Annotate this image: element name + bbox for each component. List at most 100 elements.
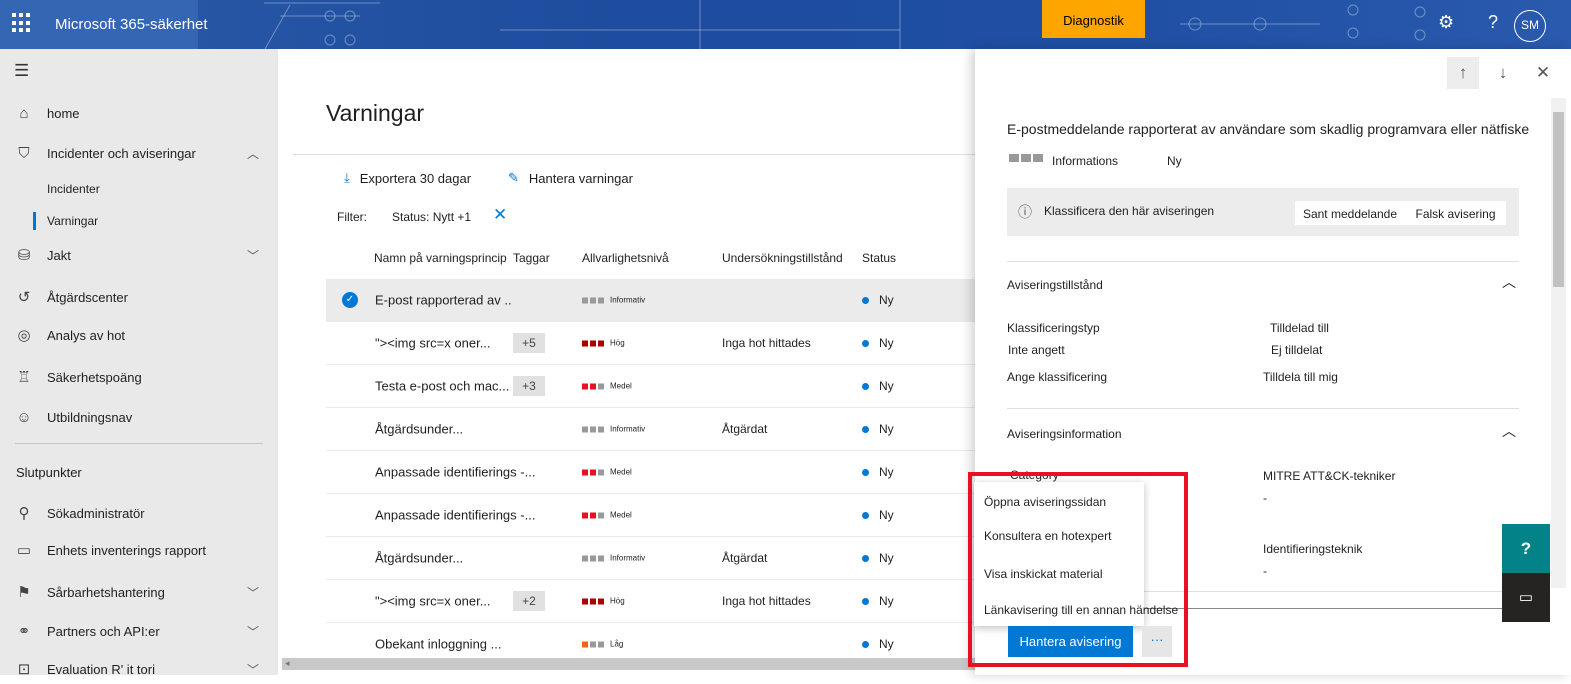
alert-status: Ny [1167, 154, 1182, 168]
hamburger-menu-icon[interactable]: ☰ [14, 61, 29, 81]
severity-bar [598, 512, 604, 518]
severity-bar [582, 598, 588, 604]
help-button[interactable]: ? [1502, 524, 1550, 573]
table-row[interactable]: Testa e-post och mac... +3 Medel Ny [326, 365, 975, 408]
learning-icon: ☺ [16, 408, 32, 426]
alert-name[interactable]: E-post rapporterad av .. [375, 293, 512, 308]
column-header-tags[interactable]: Taggar [513, 251, 550, 265]
status-label: Ny [879, 336, 894, 350]
severity-bar [582, 340, 588, 346]
sidebar-item-action-center[interactable]: ↺ Åtgärdscenter [0, 282, 278, 312]
close-icon: ✕ [1535, 63, 1551, 82]
sidebar-item-incidents[interactable]: Incidenter [0, 174, 278, 204]
alert-name[interactable]: Anpassade identifierings -... [375, 465, 535, 480]
severity-label: Hög [610, 596, 625, 606]
avatar[interactable]: SM [1514, 10, 1546, 42]
severity-cell: Informativ [582, 296, 645, 305]
alert-name[interactable]: Anpassade identifierings -... [375, 508, 535, 523]
sidebar-item-partners[interactable]: ⚭ Partners och API:er ﹀ [0, 616, 278, 646]
sidebar-item-evaluation[interactable]: ⊡ Evaluation R' it tori ﹀ [0, 654, 278, 684]
filter-chip[interactable]: Status: Nytt +1 [392, 210, 471, 224]
severity-bar [582, 555, 588, 561]
app-title[interactable]: Microsoft 365-säkerhet [55, 16, 208, 33]
status-dot-icon [862, 296, 869, 304]
alert-title: E-postmeddelande rapporterat av användar… [1007, 121, 1530, 137]
sidebar-item-learning-hub[interactable]: ☺ Utbildningsnav [0, 402, 278, 432]
scroll-left-icon[interactable]: ◂ [285, 658, 290, 669]
column-header-status[interactable]: Status [862, 251, 896, 265]
search-icon: ⚲ [18, 505, 30, 522]
table-row[interactable]: Åtgärdsunder... Informativ Åtgärdat Ny [326, 537, 975, 580]
tags-badge[interactable]: +3 [513, 376, 545, 396]
sidebar-item-incidents-alerts[interactable]: ⛉ Incidenter och aviseringar ︿ [0, 138, 278, 168]
status-dot-icon [862, 382, 869, 390]
false-alert-button[interactable]: Falsk avisering [1405, 201, 1506, 225]
sidebar-item-vulnerability[interactable]: ⚑ Sårbarhetshantering ﹀ [0, 577, 278, 607]
status-dot-icon [862, 554, 869, 562]
diagnostics-button[interactable]: Diagnostik [1042, 0, 1145, 38]
horizontal-scrollbar[interactable]: ◂ [282, 658, 975, 670]
sidebar-item-device-inventory[interactable]: ▭ Enhets inventerings rapport [0, 535, 278, 565]
alert-name[interactable]: Testa e-post och mac... [375, 379, 509, 394]
detection-label: Identifieringsteknik [1263, 542, 1363, 556]
sidebar-item-secure-score[interactable]: ♖ Säkerhetspoäng [0, 362, 278, 392]
alert-name[interactable]: Åtgärdsunder... [375, 551, 463, 566]
severity-bar [590, 641, 596, 647]
status-label: Ny [879, 551, 894, 565]
chevron-up-icon[interactable]: ︿ [1502, 272, 1516, 292]
table-row[interactable]: ✓ E-post rapporterad av .. Informativ Ny [326, 279, 975, 322]
true-alert-button[interactable]: Sant meddelande [1295, 201, 1405, 225]
status-label: Ny [879, 465, 894, 479]
detection-value: - [1263, 564, 1267, 578]
classification-type-label: Klassificeringstyp [1007, 321, 1100, 335]
tags-badge[interactable]: +2 [513, 591, 545, 611]
feedback-button[interactable]: ▭ [1502, 573, 1550, 622]
column-header-severity[interactable]: Allvarlighetsnivå [582, 251, 669, 265]
table-row[interactable]: Anpassade identifierings -... Medel Ny [326, 494, 975, 537]
question-icon[interactable]: ? [1488, 12, 1498, 33]
panel-scrollbar-thumb[interactable] [1553, 112, 1564, 287]
section-endpoints: Slutpunkter [16, 465, 82, 480]
column-header-investigation[interactable]: Undersökningstillstånd [722, 251, 843, 265]
set-classification-link[interactable]: Ange klassificering [1007, 370, 1107, 384]
status-cell: Ny [862, 422, 894, 436]
alert-name[interactable]: "><img src=x oner... [375, 336, 491, 351]
sidebar-item-home[interactable]: ⌂ home [0, 98, 278, 128]
status-dot-icon [862, 597, 869, 605]
alert-name[interactable]: Obekant inloggning ... [375, 637, 501, 652]
sidebar-item-alerts[interactable]: Varningar [0, 206, 278, 236]
app-launcher-icon[interactable] [12, 13, 32, 33]
column-header-name[interactable]: Namn på varningsprincip [374, 251, 507, 265]
export-button[interactable]: ⤓ Exportera 30 dagar [344, 170, 471, 186]
sidebar-item-threat-analytics[interactable]: ◎ Analys av hot [0, 320, 278, 350]
tags-badge[interactable]: +5 [513, 333, 545, 353]
table-row[interactable]: Åtgärdsunder... Informativ Åtgärdat Ny [326, 408, 975, 451]
status-label: Ny [879, 293, 894, 307]
sidebar-item-hunting[interactable]: ⛁ Jakt ﹀ [0, 240, 278, 270]
filter-label: Filter: [337, 210, 367, 224]
checkmark-icon[interactable]: ✓ [342, 292, 358, 308]
sidebar-item-search-admin[interactable]: ⚲ Sökadministratör [0, 498, 278, 528]
info-icon: ⓘ [1018, 204, 1032, 220]
assign-to-me-link[interactable]: Tilldela till mig [1263, 370, 1338, 384]
divider [1144, 608, 1502, 609]
severity-bar [582, 383, 588, 389]
alert-name[interactable]: Åtgärdsunder... [375, 422, 463, 437]
next-alert-button[interactable]: ↓ [1487, 57, 1519, 89]
table-row[interactable]: "><img src=x oner... +5 Hög Inga hot hittad… [326, 322, 975, 365]
previous-alert-button[interactable]: ↑ [1447, 57, 1479, 89]
gear-icon[interactable]: ⚙ [1438, 12, 1454, 33]
chevron-up-icon[interactable]: ︿ [1502, 421, 1516, 441]
severity-bar [598, 340, 604, 346]
severity-cell: Hög [582, 339, 625, 348]
severity-bar [590, 469, 596, 475]
manage-alerts-button[interactable]: ✎ Hantera varningar [508, 170, 633, 186]
alert-name[interactable]: "><img src=x oner... [375, 594, 491, 609]
section-alert-info[interactable]: Aviseringsinformation [1007, 427, 1122, 441]
close-panel-button[interactable]: ✕ [1527, 57, 1559, 89]
table-row[interactable]: Anpassade identifierings -... Medel Ny [326, 451, 975, 494]
table-row[interactable]: "><img src=x oner... +2 Hög Inga hot hittad… [326, 580, 975, 623]
section-alert-state[interactable]: Aviseringstillstånd [1007, 278, 1103, 292]
clear-filter-icon[interactable]: ✕ [493, 205, 507, 225]
alert-severity: Informations [1052, 154, 1119, 168]
